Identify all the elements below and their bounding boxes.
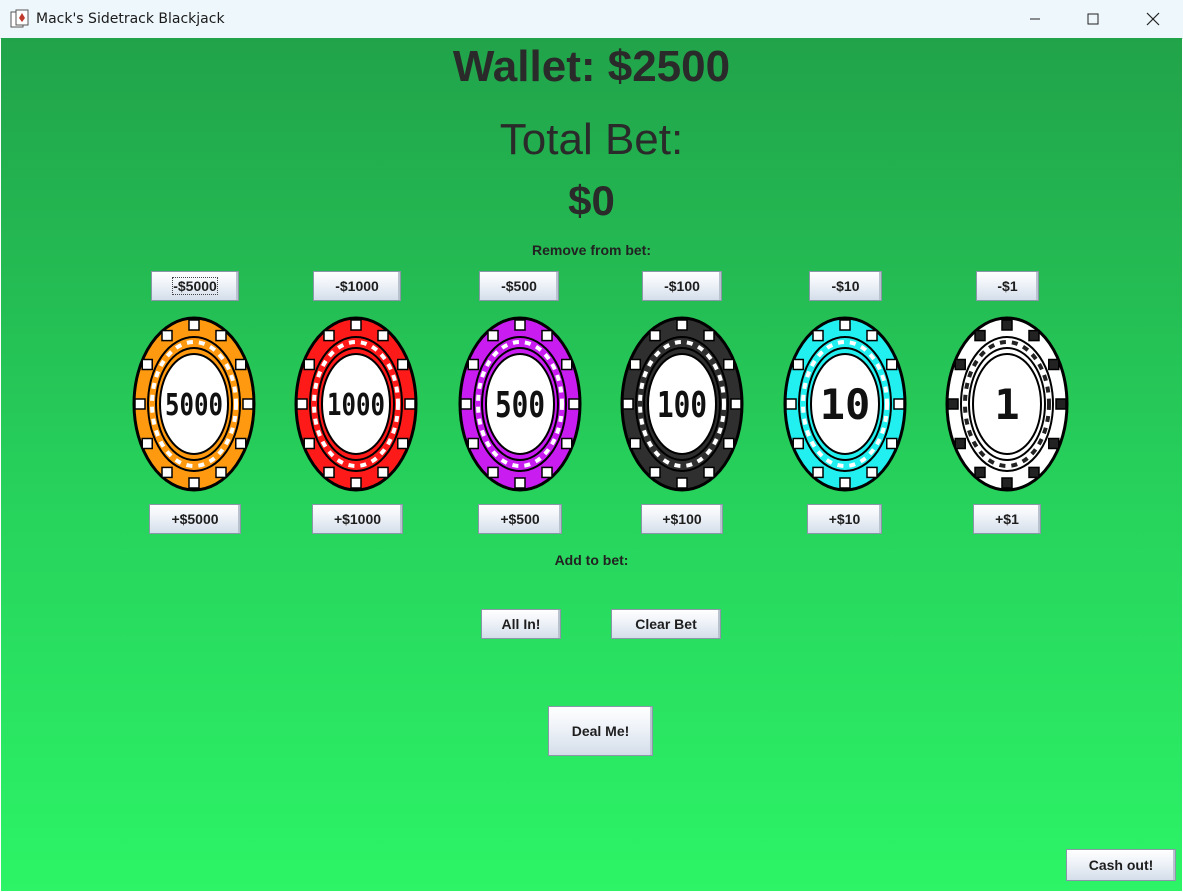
remove-10-label: -$10 <box>831 278 860 294</box>
remove-100-button[interactable]: -$100 <box>642 271 722 301</box>
minimize-button[interactable] <box>1006 0 1064 38</box>
chip-5000[interactable]: 5000 <box>132 316 256 492</box>
maximize-button[interactable] <box>1064 0 1122 38</box>
clear-bet-button[interactable]: Clear Bet <box>611 609 721 639</box>
chip-10[interactable]: 10 <box>783 316 907 492</box>
deal-me-button[interactable]: Deal Me! <box>548 706 653 756</box>
remove-5000-button[interactable]: -$5000 <box>151 271 239 301</box>
chip-graphic: 5000 <box>132 316 256 492</box>
chip-100[interactable]: 100 <box>620 316 744 492</box>
remove-1000-button[interactable]: -$1000 <box>313 271 401 301</box>
chip-1000[interactable]: 1000 <box>294 316 418 492</box>
cash-out-button[interactable]: Cash out! <box>1066 849 1176 881</box>
window-title: Mack's Sidetrack Blackjack <box>36 11 225 27</box>
add-to-bet-label: Add to bet: <box>554 552 629 568</box>
close-icon <box>1146 12 1160 26</box>
add-1000-label: +$1000 <box>333 511 382 527</box>
chip-500[interactable]: 500 <box>458 316 582 492</box>
remove-10-button[interactable]: -$10 <box>809 271 882 301</box>
chip-value-text: 1000 <box>327 388 385 423</box>
chip-value-text: 5000 <box>165 388 223 423</box>
chip-value-text: 1 <box>994 380 1019 429</box>
chip-graphic: 100 <box>620 316 744 492</box>
all-in-button[interactable]: All In! <box>481 609 561 639</box>
remove-5000-label: -$5000 <box>172 277 218 295</box>
remove-1000-label: -$1000 <box>335 278 379 294</box>
chip-value-text: 10 <box>820 380 871 429</box>
blackjack-table: Wallet: $2500 Total Bet: $0 Remove from … <box>1 38 1182 891</box>
maximize-icon <box>1087 13 1099 25</box>
close-button[interactable] <box>1124 0 1182 38</box>
chip-graphic: 1 <box>945 316 1069 492</box>
add-10-button[interactable]: +$10 <box>807 504 882 534</box>
add-5000-label: +$5000 <box>171 511 219 527</box>
add-5000-button[interactable]: +$5000 <box>149 504 241 534</box>
total-bet-label: Total Bet: <box>499 115 684 164</box>
chip-1[interactable]: 1 <box>945 316 1069 492</box>
chip-value-text: 500 <box>495 385 545 426</box>
add-100-button[interactable]: +$100 <box>641 504 723 534</box>
add-1000-button[interactable]: +$1000 <box>312 504 403 534</box>
minimize-icon <box>1030 18 1040 20</box>
remove-500-label: -$500 <box>501 278 537 294</box>
add-1-label: +$1 <box>995 511 1019 527</box>
chip-graphic: 10 <box>783 316 907 492</box>
remove-1-label: -$1 <box>997 278 1018 294</box>
chip-value-text: 100 <box>657 385 707 426</box>
chip-graphic: 1000 <box>294 316 418 492</box>
remove-from-bet-label: Remove from bet: <box>531 242 652 258</box>
total-bet-value: $0 <box>568 177 615 224</box>
app-icon <box>10 9 29 28</box>
title-bar: Mack's Sidetrack Blackjack <box>0 0 1183 39</box>
add-10-label: +$10 <box>828 511 861 527</box>
wallet-display: Wallet: $2500 <box>452 42 731 91</box>
remove-1-button[interactable]: -$1 <box>976 271 1039 301</box>
add-1-button[interactable]: +$1 <box>973 504 1041 534</box>
add-100-label: +$100 <box>662 511 702 527</box>
add-500-button[interactable]: +$500 <box>478 504 562 534</box>
remove-500-button[interactable]: -$500 <box>479 271 559 301</box>
remove-100-label: -$100 <box>664 278 700 294</box>
add-500-label: +$500 <box>500 511 540 527</box>
chip-graphic: 500 <box>458 316 582 492</box>
